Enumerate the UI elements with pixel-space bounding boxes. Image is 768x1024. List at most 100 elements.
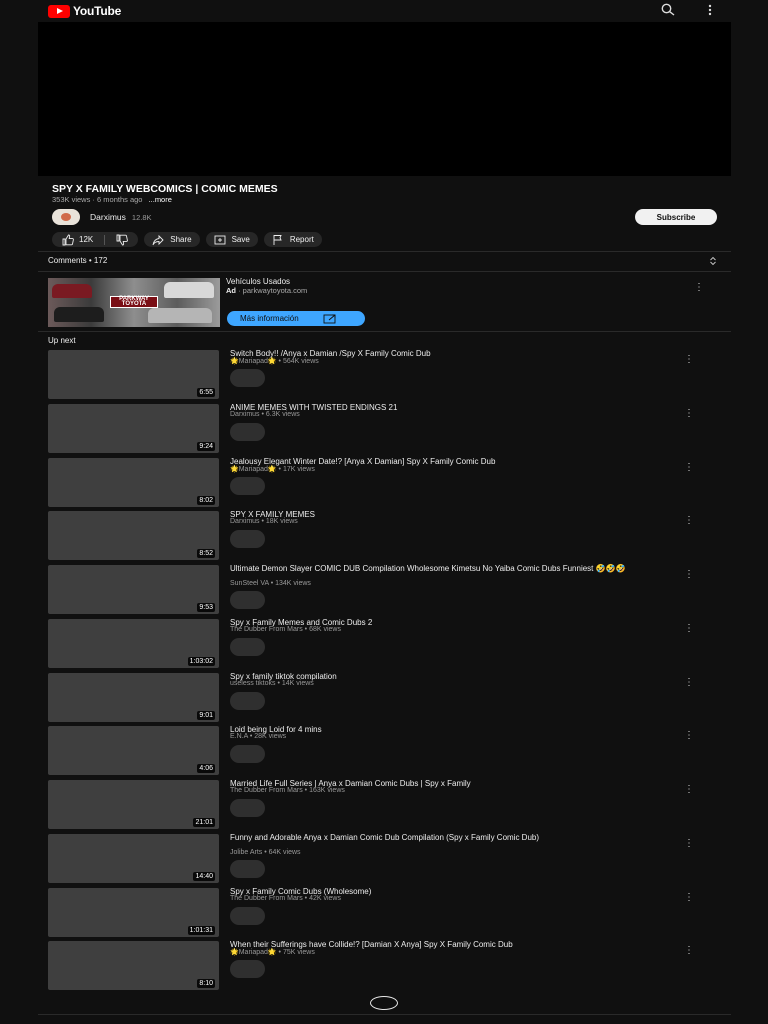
video-thumbnail[interactable]: 6:55 bbox=[48, 350, 219, 399]
video-more-icon[interactable]: ⋮ bbox=[684, 731, 694, 741]
ad-car-image bbox=[164, 282, 214, 298]
divider bbox=[38, 1014, 731, 1015]
video-thumbnail[interactable]: 9:01 bbox=[48, 673, 219, 722]
video-more-icon[interactable]: ⋮ bbox=[684, 516, 694, 526]
channel-name[interactable]: Darximus bbox=[90, 212, 126, 222]
video-list-item[interactable]: 9:24 ANIME MEMES WITH TWISTED ENDINGS 21 D… bbox=[48, 404, 728, 453]
video-action-chip[interactable] bbox=[230, 907, 265, 925]
video-list-item[interactable]: 8:52 SPY X FAMILY MEMES Darximus • 18K vie… bbox=[48, 511, 728, 560]
share-button[interactable]: Share bbox=[144, 232, 200, 247]
ad-car-image bbox=[52, 284, 92, 298]
playlist-add-icon bbox=[214, 235, 226, 244]
video-action-chip[interactable] bbox=[230, 638, 265, 656]
video-action-chip[interactable] bbox=[230, 369, 265, 387]
video-list-item[interactable]: 9:01 Spy x family tiktok compilation usele… bbox=[48, 673, 728, 722]
video-action-chip[interactable] bbox=[230, 799, 265, 817]
video-more-icon[interactable]: ⋮ bbox=[684, 624, 694, 634]
share-label: Share bbox=[170, 235, 192, 244]
like-dislike-group: 12K bbox=[52, 232, 139, 247]
video-more-icon[interactable]: ⋮ bbox=[684, 409, 694, 419]
more-vert-icon[interactable] bbox=[702, 2, 718, 18]
ad-title[interactable]: Vehículos Usados bbox=[226, 277, 290, 286]
video-more-icon[interactable]: ⋮ bbox=[684, 570, 694, 580]
video-list-item[interactable]: 8:02 Jealousy Elegant Winter Date!? [Anya… bbox=[48, 458, 728, 507]
video-action-chip[interactable] bbox=[230, 960, 265, 978]
ad-car-image bbox=[148, 308, 212, 323]
video-meta: 🌟Mariapad🌟 • 75K views bbox=[230, 949, 315, 956]
video-duration: 8:02 bbox=[197, 496, 215, 505]
video-duration: 9:01 bbox=[197, 711, 215, 720]
video-more-icon[interactable]: ⋮ bbox=[684, 785, 694, 795]
youtube-logo[interactable]: YouTube bbox=[48, 4, 121, 18]
video-action-chip[interactable] bbox=[230, 530, 265, 548]
search-icon[interactable] bbox=[660, 2, 676, 18]
video-duration: 21:01 bbox=[193, 818, 215, 827]
channel-avatar[interactable] bbox=[52, 209, 80, 225]
video-action-chip[interactable] bbox=[230, 860, 265, 878]
video-meta: The Dubber From Mars • 68K views bbox=[230, 626, 341, 633]
loading-spinner-icon bbox=[370, 996, 398, 1010]
video-list-item[interactable]: 14:40 Funny and Adorable Anya x Damian Co… bbox=[48, 834, 728, 883]
video-title[interactable]: Funny and Adorable Anya x Damian Comic D… bbox=[230, 834, 670, 842]
video-action-chip[interactable] bbox=[230, 477, 265, 495]
video-thumbnail[interactable]: 9:53 bbox=[48, 565, 219, 614]
channel-row[interactable]: Darximus 12.8K bbox=[52, 209, 152, 225]
description-more-link[interactable]: ...more bbox=[149, 195, 172, 204]
ad-thumbnail[interactable]: PARKWAY TOYOTA bbox=[48, 278, 220, 327]
video-duration: 14:40 bbox=[193, 872, 215, 881]
save-button[interactable]: Save bbox=[205, 232, 258, 247]
video-more-icon[interactable]: ⋮ bbox=[684, 678, 694, 688]
video-thumbnail[interactable]: 4:06 bbox=[48, 726, 219, 775]
video-meta: Darximus • 18K views bbox=[230, 518, 298, 525]
comments-header[interactable]: Comments • 172 bbox=[48, 256, 107, 265]
video-thumbnail[interactable]: 8:52 bbox=[48, 511, 219, 560]
video-list-item[interactable]: 6:55 Switch Body!! /Anya x Damian /Spy X … bbox=[48, 350, 728, 399]
video-more-icon[interactable]: ⋮ bbox=[684, 839, 694, 849]
video-more-icon[interactable]: ⋮ bbox=[684, 463, 694, 473]
video-meta: Jolibe Arts • 64K views bbox=[230, 849, 301, 856]
video-list-item[interactable]: 1:03:02 Spy x Family Memes and Comic Dubs… bbox=[48, 619, 728, 668]
video-more-icon[interactable]: ⋮ bbox=[684, 355, 694, 365]
video-list-item[interactable]: 1:01:31 Spy x Family Comic Dubs (Wholesom… bbox=[48, 888, 728, 937]
video-player[interactable] bbox=[38, 22, 731, 176]
expand-collapse-icon[interactable] bbox=[708, 256, 718, 266]
video-list-item[interactable]: 9:53 Ultimate Demon Slayer COMIC DUB Comp… bbox=[48, 565, 728, 614]
video-thumbnail[interactable]: 8:02 bbox=[48, 458, 219, 507]
video-list-item[interactable]: 21:01 Married Life Full Series | Anya x D… bbox=[48, 780, 728, 829]
video-title[interactable]: Ultimate Demon Slayer COMIC DUB Compilat… bbox=[230, 565, 670, 573]
video-action-chip[interactable] bbox=[230, 692, 265, 710]
video-duration: 8:52 bbox=[197, 549, 215, 558]
like-count[interactable]: 12K bbox=[79, 235, 93, 244]
video-action-chip[interactable] bbox=[230, 591, 265, 609]
video-action-chip[interactable] bbox=[230, 745, 265, 763]
thumbs-down-icon[interactable] bbox=[116, 234, 129, 246]
video-title: SPY X FAMILY WEBCOMICS | COMIC MEMES bbox=[52, 183, 278, 195]
share-icon bbox=[152, 234, 164, 245]
video-list-item[interactable]: 4:06 Loid being Loid for 4 mins E.N.A • 28… bbox=[48, 726, 728, 775]
video-thumbnail[interactable]: 1:03:02 bbox=[48, 619, 219, 668]
report-button[interactable]: Report bbox=[263, 232, 322, 247]
thumbs-up-icon[interactable] bbox=[62, 234, 74, 246]
video-thumbnail[interactable]: 1:01:31 bbox=[48, 888, 219, 937]
ad-more-icon[interactable]: ⋮ bbox=[694, 283, 704, 293]
video-thumbnail[interactable]: 21:01 bbox=[48, 780, 219, 829]
video-meta: 🌟Mariapad🌟 • 17K views bbox=[230, 466, 315, 473]
video-duration: 6:55 bbox=[197, 388, 215, 397]
video-meta: Darximus • 6.3K views bbox=[230, 411, 300, 418]
video-more-icon[interactable]: ⋮ bbox=[684, 893, 694, 903]
video-list-item[interactable]: 8:10 When their Sufferings have Collide!?… bbox=[48, 941, 728, 990]
video-thumbnail[interactable]: 9:24 bbox=[48, 404, 219, 453]
subscribe-button[interactable]: Subscribe bbox=[635, 209, 717, 225]
video-thumbnail[interactable]: 8:10 bbox=[48, 941, 219, 990]
video-title[interactable]: Loid being Loid for 4 mins bbox=[230, 726, 670, 734]
video-action-chip[interactable] bbox=[230, 423, 265, 441]
ad-cta-button[interactable]: Más información bbox=[227, 311, 365, 326]
video-duration: 9:53 bbox=[197, 603, 215, 612]
video-more-icon[interactable]: ⋮ bbox=[684, 946, 694, 956]
video-thumbnail[interactable]: 14:40 bbox=[48, 834, 219, 883]
ad-label: Ad bbox=[226, 286, 236, 295]
video-duration: 1:01:31 bbox=[187, 926, 215, 935]
video-meta: The Dubber From Mars • 163K views bbox=[230, 787, 345, 794]
channel-subscriber-count: 12.8K bbox=[131, 212, 152, 222]
video-meta: useless tiktoks • 14K views bbox=[230, 680, 314, 687]
